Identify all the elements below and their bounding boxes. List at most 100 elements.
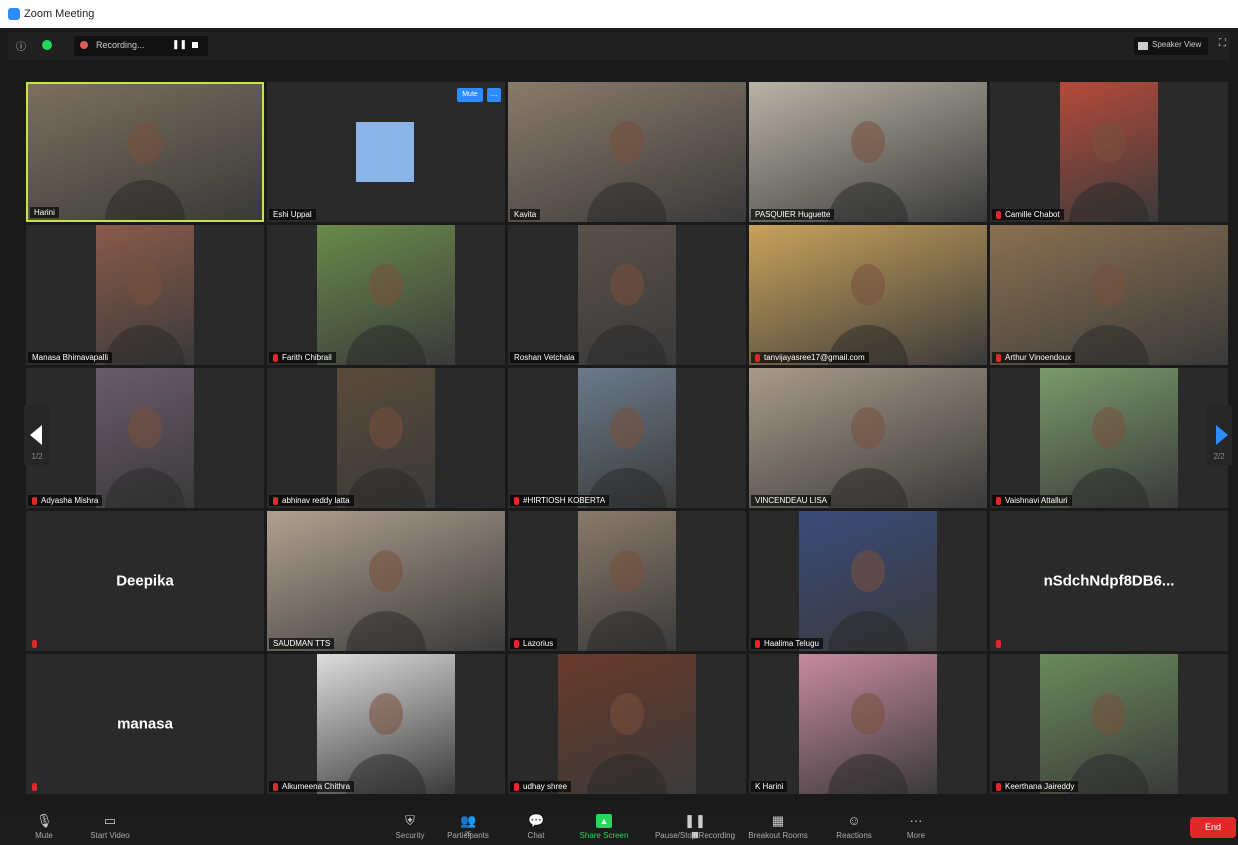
participant-name-label: PASQUIER Huguette — [751, 209, 835, 220]
participant-tile[interactable]: Adyasha Mishra — [26, 368, 264, 508]
share-screen-button[interactable]: ▲ Share Screen — [574, 812, 634, 843]
participant-name: K Harini — [755, 782, 784, 791]
person-silhouette — [369, 407, 403, 450]
chevron-right-icon — [1216, 425, 1228, 445]
participant-tile[interactable]: Lazorius — [508, 511, 746, 651]
participant-tile[interactable]: PASQUIER Huguette — [749, 82, 987, 222]
participant-tile[interactable]: Deepika — [26, 511, 264, 651]
pause-recording-button[interactable]: ❚❚ ■ Pause/Stop Recording — [650, 812, 740, 843]
participant-tile[interactable]: Vaishnavi Attalluri — [990, 368, 1228, 508]
participant-name: Vaishnavi Attalluri — [1005, 496, 1068, 505]
security-button[interactable]: ⛨ Security — [380, 812, 440, 843]
previous-page-button[interactable]: 1/2 — [24, 405, 50, 465]
participant-video — [1060, 82, 1158, 222]
tile-more-button[interactable]: ... — [487, 88, 501, 102]
participant-tile[interactable]: K Harini — [749, 654, 987, 794]
participant-name-label — [28, 782, 45, 792]
shield-icon: ⛨ — [405, 813, 415, 828]
more-button[interactable]: ··· More — [886, 812, 946, 843]
participant-tile[interactable]: Farith Chibrail — [267, 225, 505, 365]
mute-button[interactable]: 🎙 Mute — [14, 812, 74, 843]
participant-name: PASQUIER Huguette — [755, 210, 831, 219]
window-titlebar: Zoom Meeting — [0, 0, 1238, 28]
muted-mic-icon — [996, 496, 1001, 505]
participants-button[interactable]: 👥25 Participants — [438, 812, 498, 843]
muted-mic-icon — [996, 353, 1001, 362]
participant-tile[interactable]: #HIRTIOSH KOBERTA — [508, 368, 746, 508]
participant-tile[interactable]: VINCENDEAU LISA — [749, 368, 987, 508]
participant-video — [749, 225, 987, 365]
info-icon[interactable]: ⓘ — [16, 38, 26, 53]
person-silhouette — [1092, 121, 1126, 164]
participant-name-label: Vaishnavi Attalluri — [992, 495, 1072, 506]
reactions-button[interactable]: ☺ Reactions — [824, 812, 884, 843]
participant-tile[interactable]: Mute... Eshi Uppal — [267, 82, 505, 222]
participant-name-label: Camille Chabot — [992, 209, 1064, 220]
participant-tile[interactable]: Keerthana Jaireddy — [990, 654, 1228, 794]
participant-video — [28, 84, 262, 220]
muted-mic-icon — [514, 496, 519, 505]
participant-video — [96, 368, 194, 508]
participant-tile[interactable]: abhinav reddy latta — [267, 368, 505, 508]
participant-name-label: Keerthana Jaireddy — [992, 781, 1079, 792]
person-silhouette — [1092, 407, 1126, 450]
end-meeting-button[interactable]: End — [1190, 817, 1236, 838]
participant-name: abhinav reddy latta — [282, 496, 350, 505]
chat-button[interactable]: 💬 Chat — [506, 812, 566, 843]
tile-mute-button[interactable]: Mute — [457, 88, 483, 102]
participant-video — [578, 225, 676, 365]
participant-name: Alkumeena Chithra — [282, 782, 351, 791]
participant-tile[interactable]: Camille Chabot — [990, 82, 1228, 222]
participant-tile[interactable]: nSdchNdpf8DB6... — [990, 511, 1228, 651]
participant-tile[interactable]: Haalima Telugu — [749, 511, 987, 651]
reactions-label: Reactions — [836, 831, 872, 840]
person-silhouette — [851, 550, 885, 593]
participant-name-label: VINCENDEAU LISA — [751, 495, 832, 506]
person-silhouette — [369, 550, 403, 593]
participant-tile[interactable]: SAUDMAN TTS — [267, 511, 505, 651]
video-off-icon: ▭ — [103, 813, 117, 828]
speaker-view-icon — [1138, 42, 1148, 50]
breakout-rooms-button[interactable]: ▦ Breakout Rooms — [748, 812, 808, 843]
muted-mic-icon — [273, 353, 278, 362]
muted-mic-icon — [755, 639, 760, 648]
participant-name: udhay shree — [523, 782, 568, 791]
participant-tile[interactable]: Kavita — [508, 82, 746, 222]
participant-tile[interactable]: Arthur Vinoendoux — [990, 225, 1228, 365]
view-switch-button[interactable]: Speaker View — [1134, 37, 1208, 55]
participant-name: Harini — [34, 208, 55, 217]
mute-label: Mute — [35, 831, 53, 840]
participant-name-label: tanvijayasree17@gmail.com — [751, 352, 869, 363]
participant-tile[interactable]: Roshan Vetchala — [508, 225, 746, 365]
pause-recording-icon[interactable]: ❚❚ — [172, 39, 187, 50]
participant-name-label — [28, 639, 45, 649]
muted-mic-icon — [996, 782, 1001, 791]
participant-name: Lazorius — [523, 639, 554, 648]
chat-icon: 💬 — [528, 813, 545, 828]
fullscreen-icon[interactable]: ⛶ — [1219, 38, 1226, 49]
participant-tile[interactable]: tanvijayasree17@gmail.com — [749, 225, 987, 365]
muted-mic-icon — [996, 210, 1001, 219]
stop-recording-icon[interactable] — [192, 42, 198, 48]
participant-tile[interactable]: manasa — [26, 654, 264, 794]
participant-name: Eshi Uppal — [273, 210, 312, 219]
participant-tile[interactable]: Manasa Bhimavapalli — [26, 225, 264, 365]
person-silhouette — [128, 264, 162, 307]
encryption-shield-icon[interactable] — [42, 40, 52, 50]
person-shoulders — [346, 611, 426, 651]
participant-tile[interactable]: Harini — [26, 82, 264, 222]
participant-name: #HIRTIOSH KOBERTA — [523, 496, 606, 505]
participant-tile[interactable]: Alkumeena Chithra — [267, 654, 505, 794]
reactions-icon: ☺ — [847, 813, 861, 828]
participant-video — [1040, 368, 1178, 508]
zoom-logo-icon — [8, 8, 20, 20]
participant-tile[interactable]: udhay shree — [508, 654, 746, 794]
next-page-button[interactable]: 2/2 — [1206, 405, 1232, 465]
participant-name: tanvijayasree17@gmail.com — [764, 353, 865, 362]
participant-video — [1040, 654, 1178, 794]
person-shoulders — [1069, 182, 1149, 222]
start-video-button[interactable]: ▭ Start Video — [80, 812, 140, 843]
participant-name: Camille Chabot — [1005, 210, 1060, 219]
share-screen-label: Share Screen — [579, 831, 629, 840]
person-silhouette — [851, 264, 885, 307]
